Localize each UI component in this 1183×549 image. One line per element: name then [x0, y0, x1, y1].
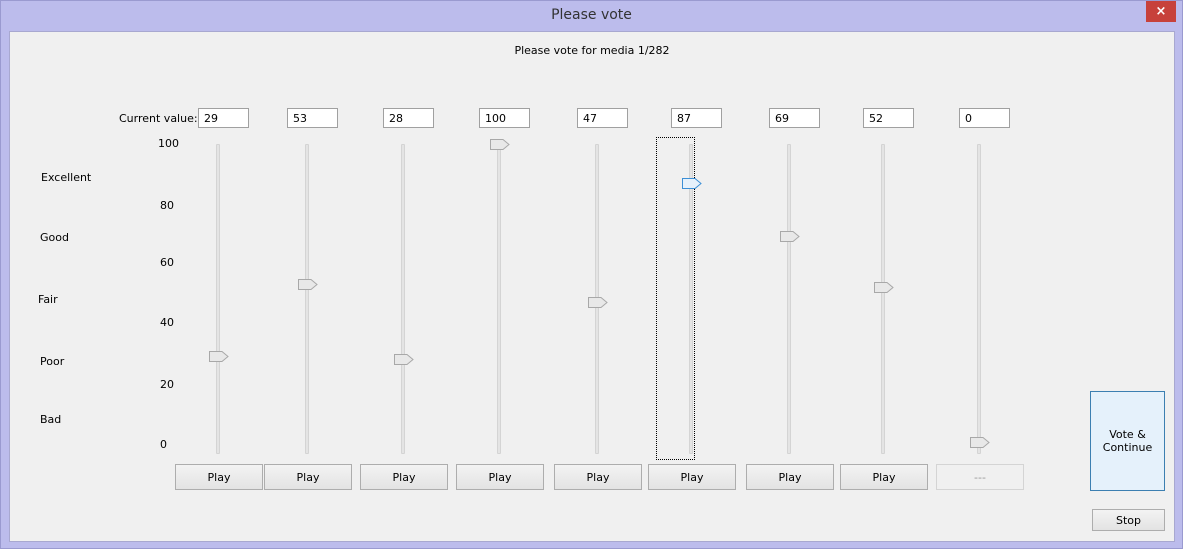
play-button[interactable]: Play — [554, 464, 642, 490]
slider-thumb[interactable] — [298, 279, 318, 291]
play-button[interactable]: Play — [175, 464, 263, 490]
value-field[interactable]: 87 — [671, 108, 722, 128]
rating-slider-track[interactable] — [881, 144, 885, 454]
rating-slider-track[interactable] — [401, 144, 405, 454]
close-button[interactable]: × — [1146, 1, 1176, 22]
vote-window: Please vote × Please vote for media 1/28… — [0, 0, 1183, 549]
play-button[interactable]: Play — [264, 464, 352, 490]
rating-fair: Fair — [38, 293, 58, 306]
play-button[interactable]: Play — [456, 464, 544, 490]
slider-thumb[interactable] — [970, 437, 990, 448]
close-icon: × — [1155, 4, 1167, 19]
rating-slider-track[interactable] — [787, 144, 791, 454]
media-header: Please vote for media 1/282 — [514, 44, 670, 57]
rating-bad: Bad — [40, 413, 62, 426]
slider-thumb[interactable] — [490, 139, 510, 150]
value-field[interactable]: 100 — [479, 108, 530, 128]
play-button-disabled: --- — [936, 464, 1024, 490]
tick-label: 60 — [160, 256, 174, 269]
play-button[interactable]: Play — [648, 464, 736, 490]
rating-slider-track[interactable] — [305, 144, 309, 454]
tick-label: 40 — [160, 316, 174, 329]
slider-thumb[interactable] — [588, 296, 608, 308]
slider-thumb[interactable] — [874, 282, 894, 294]
value-field[interactable]: 29 — [198, 108, 249, 128]
play-button[interactable]: Play — [746, 464, 834, 490]
current-value-label: Current value: — [119, 112, 198, 125]
rating-slider-track[interactable] — [689, 144, 693, 454]
slider-thumb[interactable] — [682, 177, 702, 189]
slider-thumb[interactable] — [394, 353, 414, 365]
tick-label: 20 — [160, 378, 174, 391]
client-area: Please vote for media 1/282 Current valu… — [9, 31, 1175, 542]
value-field[interactable]: 52 — [863, 108, 914, 128]
rating-slider-track[interactable] — [216, 144, 220, 454]
slider-thumb[interactable] — [780, 231, 800, 243]
value-field[interactable]: 0 — [959, 108, 1010, 128]
value-field[interactable]: 69 — [769, 108, 820, 128]
rating-good: Good — [40, 231, 69, 244]
rating-poor: Poor — [40, 355, 65, 368]
value-field[interactable]: 28 — [383, 108, 434, 128]
rating-slider-track[interactable] — [977, 144, 981, 454]
play-button[interactable]: Play — [360, 464, 448, 490]
slider-thumb[interactable] — [209, 350, 229, 362]
tick-label: 0 — [160, 438, 167, 451]
tick-label: 100 — [158, 137, 179, 150]
value-field[interactable]: 47 — [577, 108, 628, 128]
rating-excellent: Excellent — [41, 171, 92, 184]
vote-continue-button[interactable]: Vote & Continue — [1090, 391, 1165, 491]
window-title: Please vote — [551, 7, 632, 23]
tick-label: 80 — [160, 199, 174, 212]
value-field[interactable]: 53 — [287, 108, 338, 128]
stop-button[interactable]: Stop — [1092, 509, 1165, 531]
play-button[interactable]: Play — [840, 464, 928, 490]
rating-slider-track[interactable] — [497, 144, 501, 454]
